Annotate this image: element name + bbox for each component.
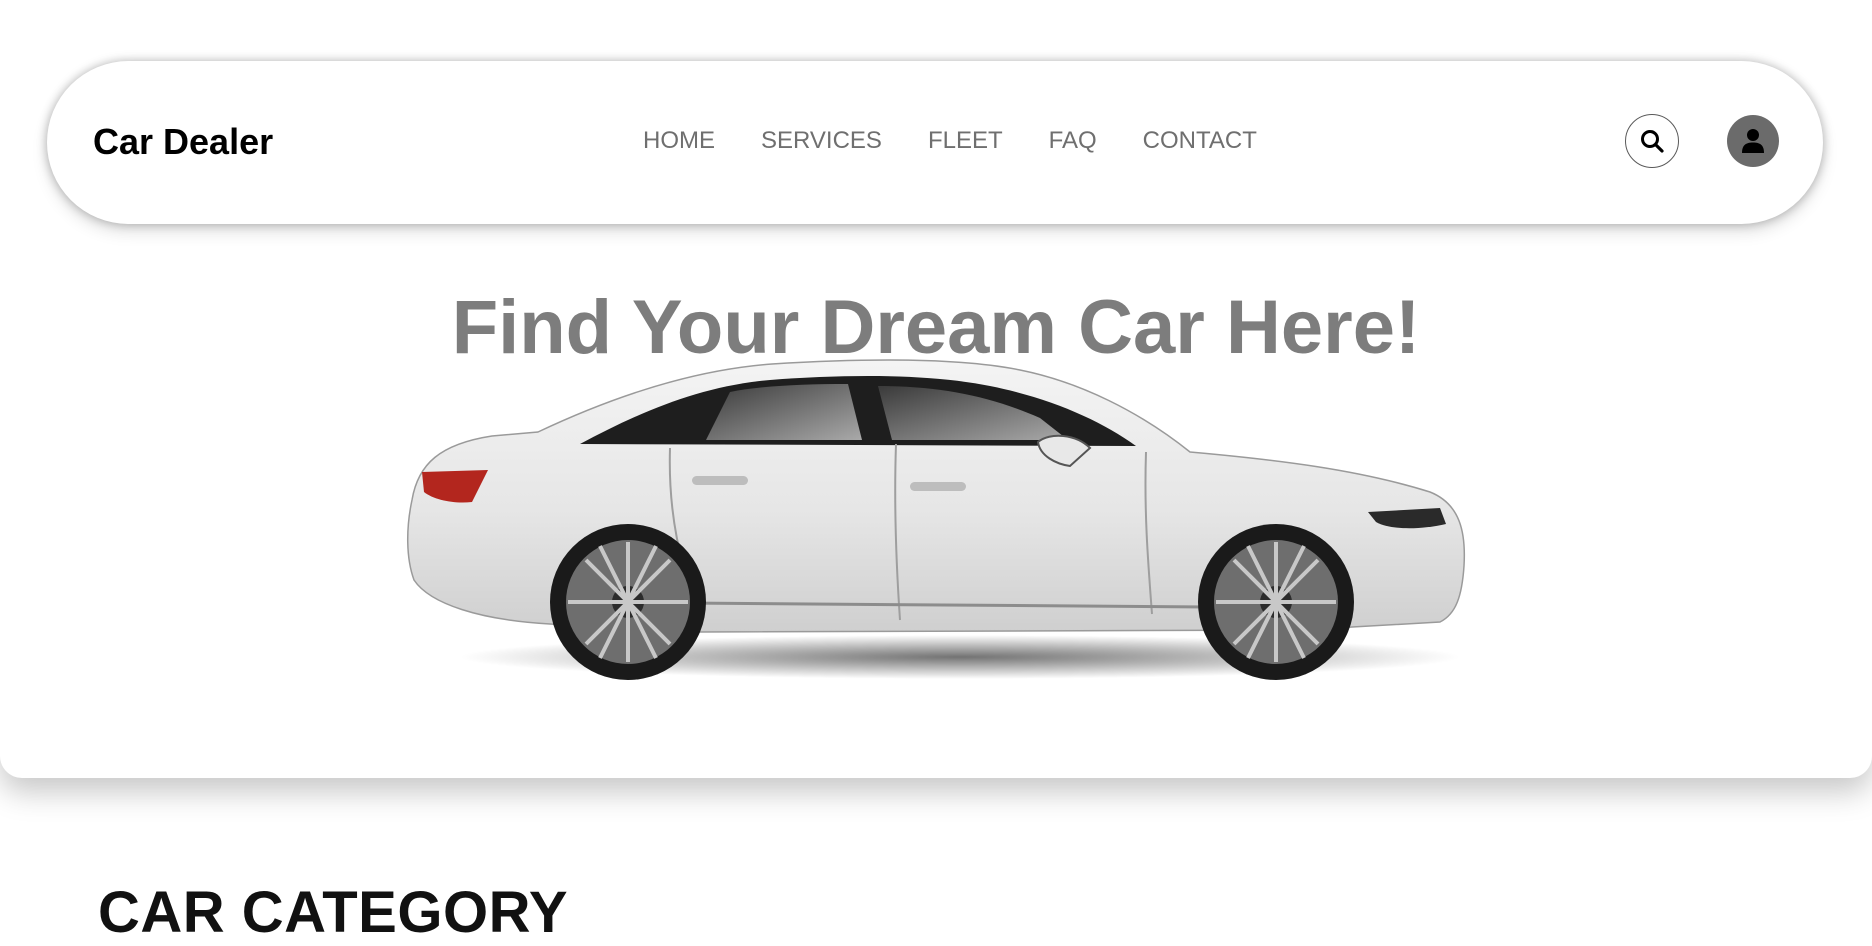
hero-title: Find Your Dream Car Here! xyxy=(451,285,1421,370)
nav-link-fleet[interactable]: FLEET xyxy=(928,125,1003,157)
section-title: CAR CATEGORY xyxy=(98,880,568,945)
nav-link-services[interactable]: SERVICES xyxy=(761,125,882,157)
rear-wheel xyxy=(550,524,706,680)
nav-link-home[interactable]: HOME xyxy=(643,125,715,157)
nav-links: HOME SERVICES FLEET FAQ CONTACT xyxy=(643,125,1257,157)
navbar: Car Dealer HOME SERVICES FLEET FAQ CONTA… xyxy=(47,61,1823,224)
search-icon xyxy=(1641,130,1664,153)
user-icon xyxy=(1742,129,1764,153)
nav-link-contact[interactable]: CONTACT xyxy=(1143,125,1257,157)
user-account-button[interactable] xyxy=(1727,115,1779,167)
front-wheel xyxy=(1198,524,1354,680)
nav-link-faq[interactable]: FAQ xyxy=(1049,125,1097,157)
brand-logo[interactable]: Car Dealer xyxy=(93,121,273,163)
car-image xyxy=(407,359,1466,680)
search-button[interactable] xyxy=(1625,114,1679,168)
hero-section: Car Dealer HOME SERVICES FLEET FAQ CONTA… xyxy=(0,0,1872,778)
